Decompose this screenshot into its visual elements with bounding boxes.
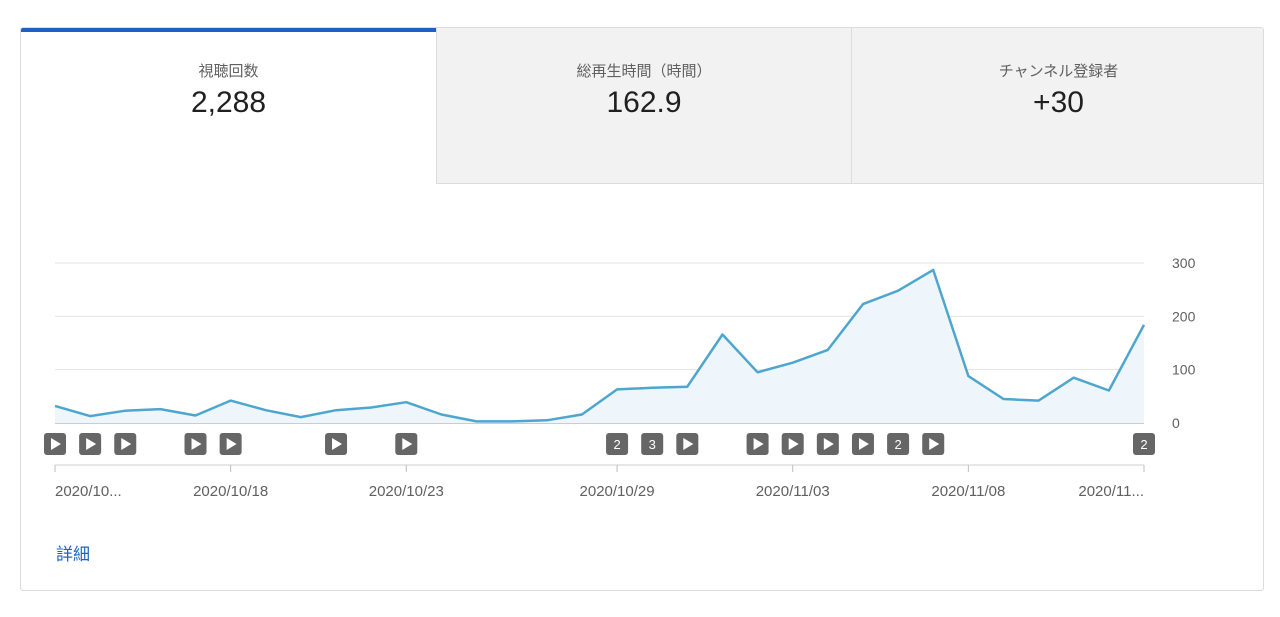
upload-marker-count[interactable]: 3 [641, 433, 664, 455]
upload-marker-play[interactable] [851, 433, 874, 455]
upload-marker-play[interactable] [781, 433, 804, 455]
upload-marker-play[interactable] [676, 433, 699, 455]
analytics-card: 視聴回数 2,288 総再生時間（時間） 162.9 チャンネル登録者 +30 … [20, 27, 1264, 591]
upload-marker-count[interactable]: 2 [1133, 433, 1155, 455]
tab-watch-time-value: 162.9 [606, 86, 682, 119]
upload-marker-play[interactable] [746, 433, 769, 455]
upload-marker-count[interactable]: 2 [887, 433, 910, 455]
tab-views-label: 視聴回数 [198, 63, 259, 80]
upload-marker-play[interactable] [325, 433, 348, 455]
tab-views-value: 2,288 [190, 86, 267, 119]
upload-marker-play[interactable] [219, 433, 242, 455]
upload-marker-play[interactable] [922, 433, 945, 455]
upload-count-label: 2 [613, 437, 620, 452]
tab-subscribers-label: チャンネル登録者 [998, 63, 1119, 80]
upload-marker-count[interactable]: 2 [606, 433, 629, 455]
tab-watch-time-label: 総再生時間（時間） [576, 63, 712, 80]
metric-tabs: 視聴回数 2,288 総再生時間（時間） 162.9 チャンネル登録者 +30 [21, 28, 1263, 184]
upload-marker-play[interactable] [114, 433, 137, 455]
upload-marker-play[interactable] [816, 433, 839, 455]
upload-marker-play[interactable] [44, 433, 66, 455]
tab-views[interactable]: 視聴回数 2,288 [21, 28, 436, 184]
upload-marker-play[interactable] [184, 433, 207, 455]
upload-marker-play[interactable] [79, 433, 102, 455]
tab-subscribers[interactable]: チャンネル登録者 +30 [851, 28, 1263, 184]
tab-watch-time[interactable]: 総再生時間（時間） 162.9 [436, 28, 851, 184]
details-link[interactable]: 詳細 [56, 540, 90, 565]
upload-marker-play[interactable] [395, 433, 418, 455]
upload-count-label: 2 [894, 437, 901, 452]
upload-count-label: 2 [1140, 437, 1147, 452]
upload-count-label: 3 [649, 437, 656, 452]
tab-subscribers-value: +30 [1033, 86, 1084, 119]
